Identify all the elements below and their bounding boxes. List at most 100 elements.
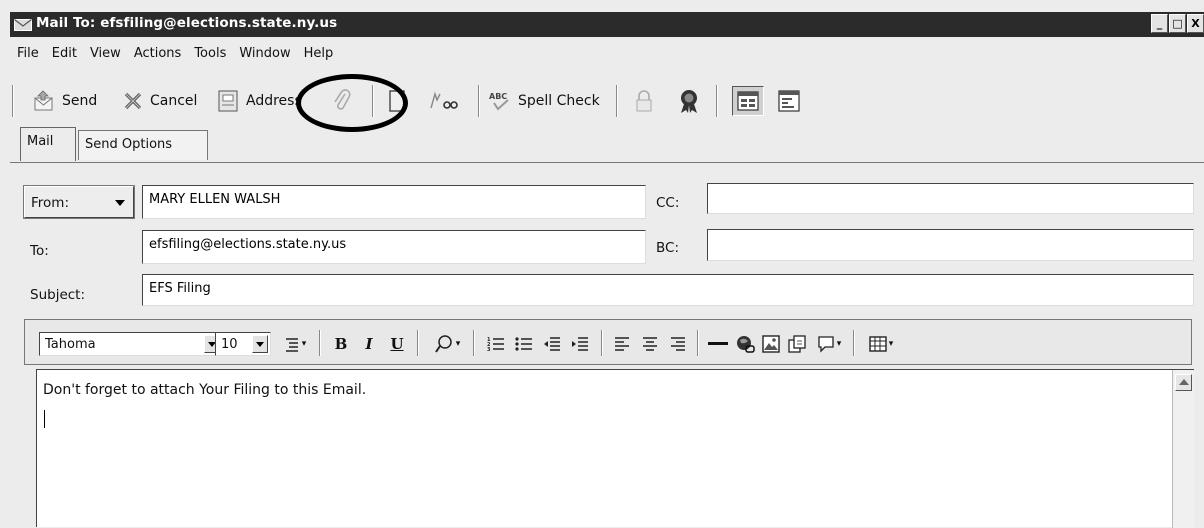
italic-button[interactable]: I xyxy=(359,332,379,356)
close-button[interactable]: X xyxy=(1187,14,1204,33)
tab-mail[interactable]: Mail xyxy=(20,127,76,161)
from-dropdown-button[interactable]: From: xyxy=(23,185,135,219)
from-label: From: xyxy=(31,195,69,211)
toolbar-separator xyxy=(372,85,374,117)
align-right-button[interactable] xyxy=(667,332,689,356)
object-icon xyxy=(788,335,806,353)
to-label-text: To: xyxy=(30,243,49,259)
scroll-up-button[interactable] xyxy=(1175,374,1192,391)
cancel-icon xyxy=(124,92,142,110)
view-layout-icon xyxy=(737,91,759,111)
paragraph-style-button[interactable]: ▾ xyxy=(277,332,313,356)
font-family-value: Tahoma xyxy=(45,337,96,352)
window-title-bar[interactable]: Mail To: efsfiling@elections.state.ny.us… xyxy=(10,12,1204,37)
tab-send-options[interactable]: Send Options xyxy=(78,130,208,160)
bc-field[interactable] xyxy=(707,229,1194,261)
send-icon xyxy=(34,90,53,111)
cc-field[interactable] xyxy=(707,183,1194,214)
align-right-icon xyxy=(671,337,685,351)
decrease-indent-icon xyxy=(544,337,560,351)
toolbar-separator xyxy=(417,330,419,356)
message-body-editor[interactable]: Don't forget to attach Your Filing to th… xyxy=(36,369,1194,528)
cancel-label: Cancel xyxy=(150,93,198,109)
insert-link-button[interactable] xyxy=(733,332,757,356)
decrease-indent-button[interactable] xyxy=(541,332,563,356)
insert-table-button[interactable]: ▾ xyxy=(863,332,899,356)
toolbar-separator xyxy=(473,330,475,356)
vertical-scrollbar[interactable] xyxy=(1172,370,1194,528)
align-left-button[interactable] xyxy=(611,332,633,356)
send-button[interactable]: Send xyxy=(32,86,97,116)
increase-indent-icon xyxy=(572,337,588,351)
paragraph-icon xyxy=(285,338,298,352)
toolbar-separator xyxy=(853,330,855,356)
font-family-select[interactable]: Tahoma xyxy=(39,332,223,356)
address-label: Address xyxy=(246,93,302,109)
menu-edit[interactable]: Edit xyxy=(45,42,83,64)
align-center-button[interactable] xyxy=(639,332,661,356)
image-icon xyxy=(762,335,780,353)
menu-help[interactable]: Help xyxy=(297,42,340,64)
text-cursor xyxy=(44,410,45,428)
svg-text:ABC: ABC xyxy=(489,92,507,101)
checkbox-toggle-button[interactable] xyxy=(388,86,406,116)
align-center-icon xyxy=(643,337,657,351)
menu-actions[interactable]: Actions xyxy=(127,42,188,64)
spell-check-label: Spell Check xyxy=(518,93,600,109)
menu-window[interactable]: Window xyxy=(232,42,296,64)
menu-tools[interactable]: Tools xyxy=(187,42,232,64)
from-field[interactable]: MARY ELLEN WALSH xyxy=(142,185,646,219)
view-form-icon xyxy=(778,90,800,112)
spellcheck-icon: ABC xyxy=(489,92,509,111)
text-color-button[interactable]: ▾ xyxy=(427,332,467,356)
underline-button[interactable]: U xyxy=(387,332,407,356)
signature-button[interactable] xyxy=(428,86,458,116)
toolbar-separator xyxy=(319,330,321,356)
address-button[interactable]: Address xyxy=(216,86,302,116)
view-form-button[interactable] xyxy=(778,86,800,116)
table-icon xyxy=(869,336,887,352)
menu-bar: File Edit View Actions Tools Window Help xyxy=(10,42,339,64)
bold-button[interactable]: B xyxy=(331,332,351,356)
encrypt-button[interactable] xyxy=(634,86,654,116)
tab-mail-label: Mail xyxy=(27,134,54,149)
toolbar-separator xyxy=(697,330,699,356)
cc-label: CC: xyxy=(656,195,680,211)
horizontal-line-icon xyxy=(708,342,728,345)
horizontal-line-button[interactable] xyxy=(705,332,731,356)
spell-check-button[interactable]: ABC Spell Check xyxy=(488,86,600,116)
insert-special-button[interactable]: ▾ xyxy=(811,332,847,356)
font-size-value: 10 xyxy=(221,337,238,352)
send-label: Send xyxy=(62,93,98,109)
toolbar-separator xyxy=(716,85,718,117)
menu-file[interactable]: File xyxy=(10,42,45,64)
toolbar-grip xyxy=(12,85,14,117)
font-size-select[interactable]: 10 xyxy=(215,332,271,356)
chevron-down-icon[interactable] xyxy=(252,335,268,353)
view-layout-button[interactable] xyxy=(732,86,764,116)
format-toolbar: Tahoma 10 ▾ B I U ▾ 1 2 3 ▾ ▾ xyxy=(24,319,1192,365)
menu-view[interactable]: View xyxy=(83,42,127,64)
to-label: To: xyxy=(30,243,49,259)
subject-field[interactable]: EFS Filing xyxy=(142,274,1194,306)
minimize-button[interactable]: _ xyxy=(1151,14,1168,33)
attach-file-button[interactable] xyxy=(332,86,352,116)
bullet-list-button[interactable] xyxy=(513,332,535,356)
paperclip-attach-icon xyxy=(334,89,351,110)
digital-sign-button[interactable] xyxy=(676,86,702,116)
mail-envelope-icon xyxy=(14,19,32,31)
increase-indent-button[interactable] xyxy=(569,332,591,356)
chevron-down-icon: ▾ xyxy=(455,339,461,349)
tab-send-options-label: Send Options xyxy=(85,137,173,152)
toolbar-separator xyxy=(601,330,603,356)
cancel-button[interactable]: Cancel xyxy=(122,86,197,116)
numbered-list-button[interactable]: 1 2 3 xyxy=(485,332,507,356)
insert-image-button[interactable] xyxy=(759,332,783,356)
to-field[interactable]: efsfiling@elections.state.ny.us xyxy=(142,230,646,264)
message-body-text: Don't forget to attach Your Filing to th… xyxy=(43,382,367,398)
insert-object-button[interactable] xyxy=(785,332,809,356)
maximize-button[interactable]: □ xyxy=(1169,14,1186,33)
lock-icon xyxy=(636,90,652,112)
seal-icon xyxy=(681,90,697,113)
subject-label: Subject: xyxy=(30,287,86,303)
